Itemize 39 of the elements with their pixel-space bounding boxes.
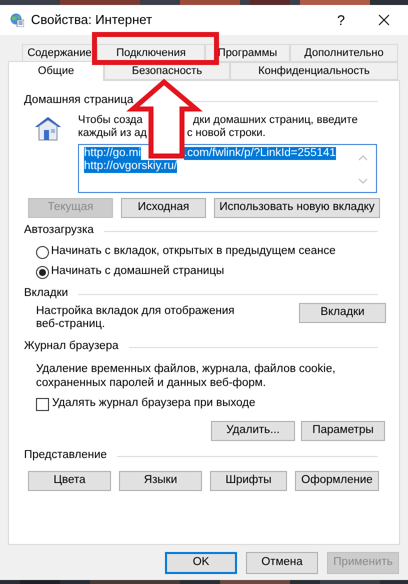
button[interactable]: Параметры xyxy=(301,421,385,441)
button[interactable]: Использовать новую вкладку xyxy=(214,198,380,218)
url-text: http://ovgorskiy.ru/ xyxy=(84,160,178,173)
globe-icon xyxy=(10,13,24,27)
description-text: Чтобы созда xyxy=(78,114,143,127)
description-text: каждый из ад xyxy=(78,127,147,140)
url-text: .com/fwlink/p/?LinkId=255141 xyxy=(184,147,336,160)
tab[interactable]: Программы xyxy=(205,44,290,62)
button[interactable]: Отмена xyxy=(246,552,318,574)
section-heading: Представление xyxy=(24,448,107,464)
tab[interactable]: Дополнительно xyxy=(290,44,398,62)
radio-label: Начинать с домашней страницы xyxy=(51,264,224,280)
button[interactable]: Шрифты xyxy=(210,471,287,491)
button[interactable]: Языки xyxy=(119,471,202,491)
window-title: Свойства: Интернет xyxy=(31,11,154,30)
radio-button[interactable] xyxy=(36,266,49,278)
button[interactable]: Цвета xyxy=(28,471,111,491)
section-heading: Журнал браузера xyxy=(24,339,118,354)
button[interactable]: Удалить... xyxy=(211,421,295,441)
checkbox[interactable] xyxy=(36,398,49,410)
button[interactable]: Оформление xyxy=(295,471,379,491)
tab[interactable]: Конфиденциальность xyxy=(230,62,398,80)
section-heading: Домашняя страница xyxy=(24,93,134,108)
description-text: дки домашних страниц, введите xyxy=(193,114,358,127)
checkbox-label: Удалять журнал браузера при выходе xyxy=(52,396,256,412)
help-button[interactable]: ? xyxy=(331,10,351,30)
radio-button[interactable] xyxy=(36,246,49,258)
close-icon[interactable] xyxy=(377,13,391,27)
url-text: http://go.mi xyxy=(84,147,141,160)
tab[interactable]: Общие xyxy=(8,61,104,81)
section-heading: Вкладки xyxy=(24,286,68,302)
button[interactable]: OK xyxy=(165,552,237,574)
section-heading: Автозагрузка xyxy=(24,223,94,238)
radio-label: Начинать с вкладок, открытых в предыдущем сеансе xyxy=(51,244,336,260)
description-text: Настройка вкладок для отображения веб-страниц. xyxy=(36,305,236,331)
description-text: с новой строки. xyxy=(187,127,266,140)
description-text: Удаление временных файлов, журнала, файлов cookie, сохраненных паролей и данных веб-форм. xyxy=(36,362,336,390)
button[interactable]: Вкладки xyxy=(299,303,386,323)
button[interactable]: Исходная xyxy=(121,198,206,218)
